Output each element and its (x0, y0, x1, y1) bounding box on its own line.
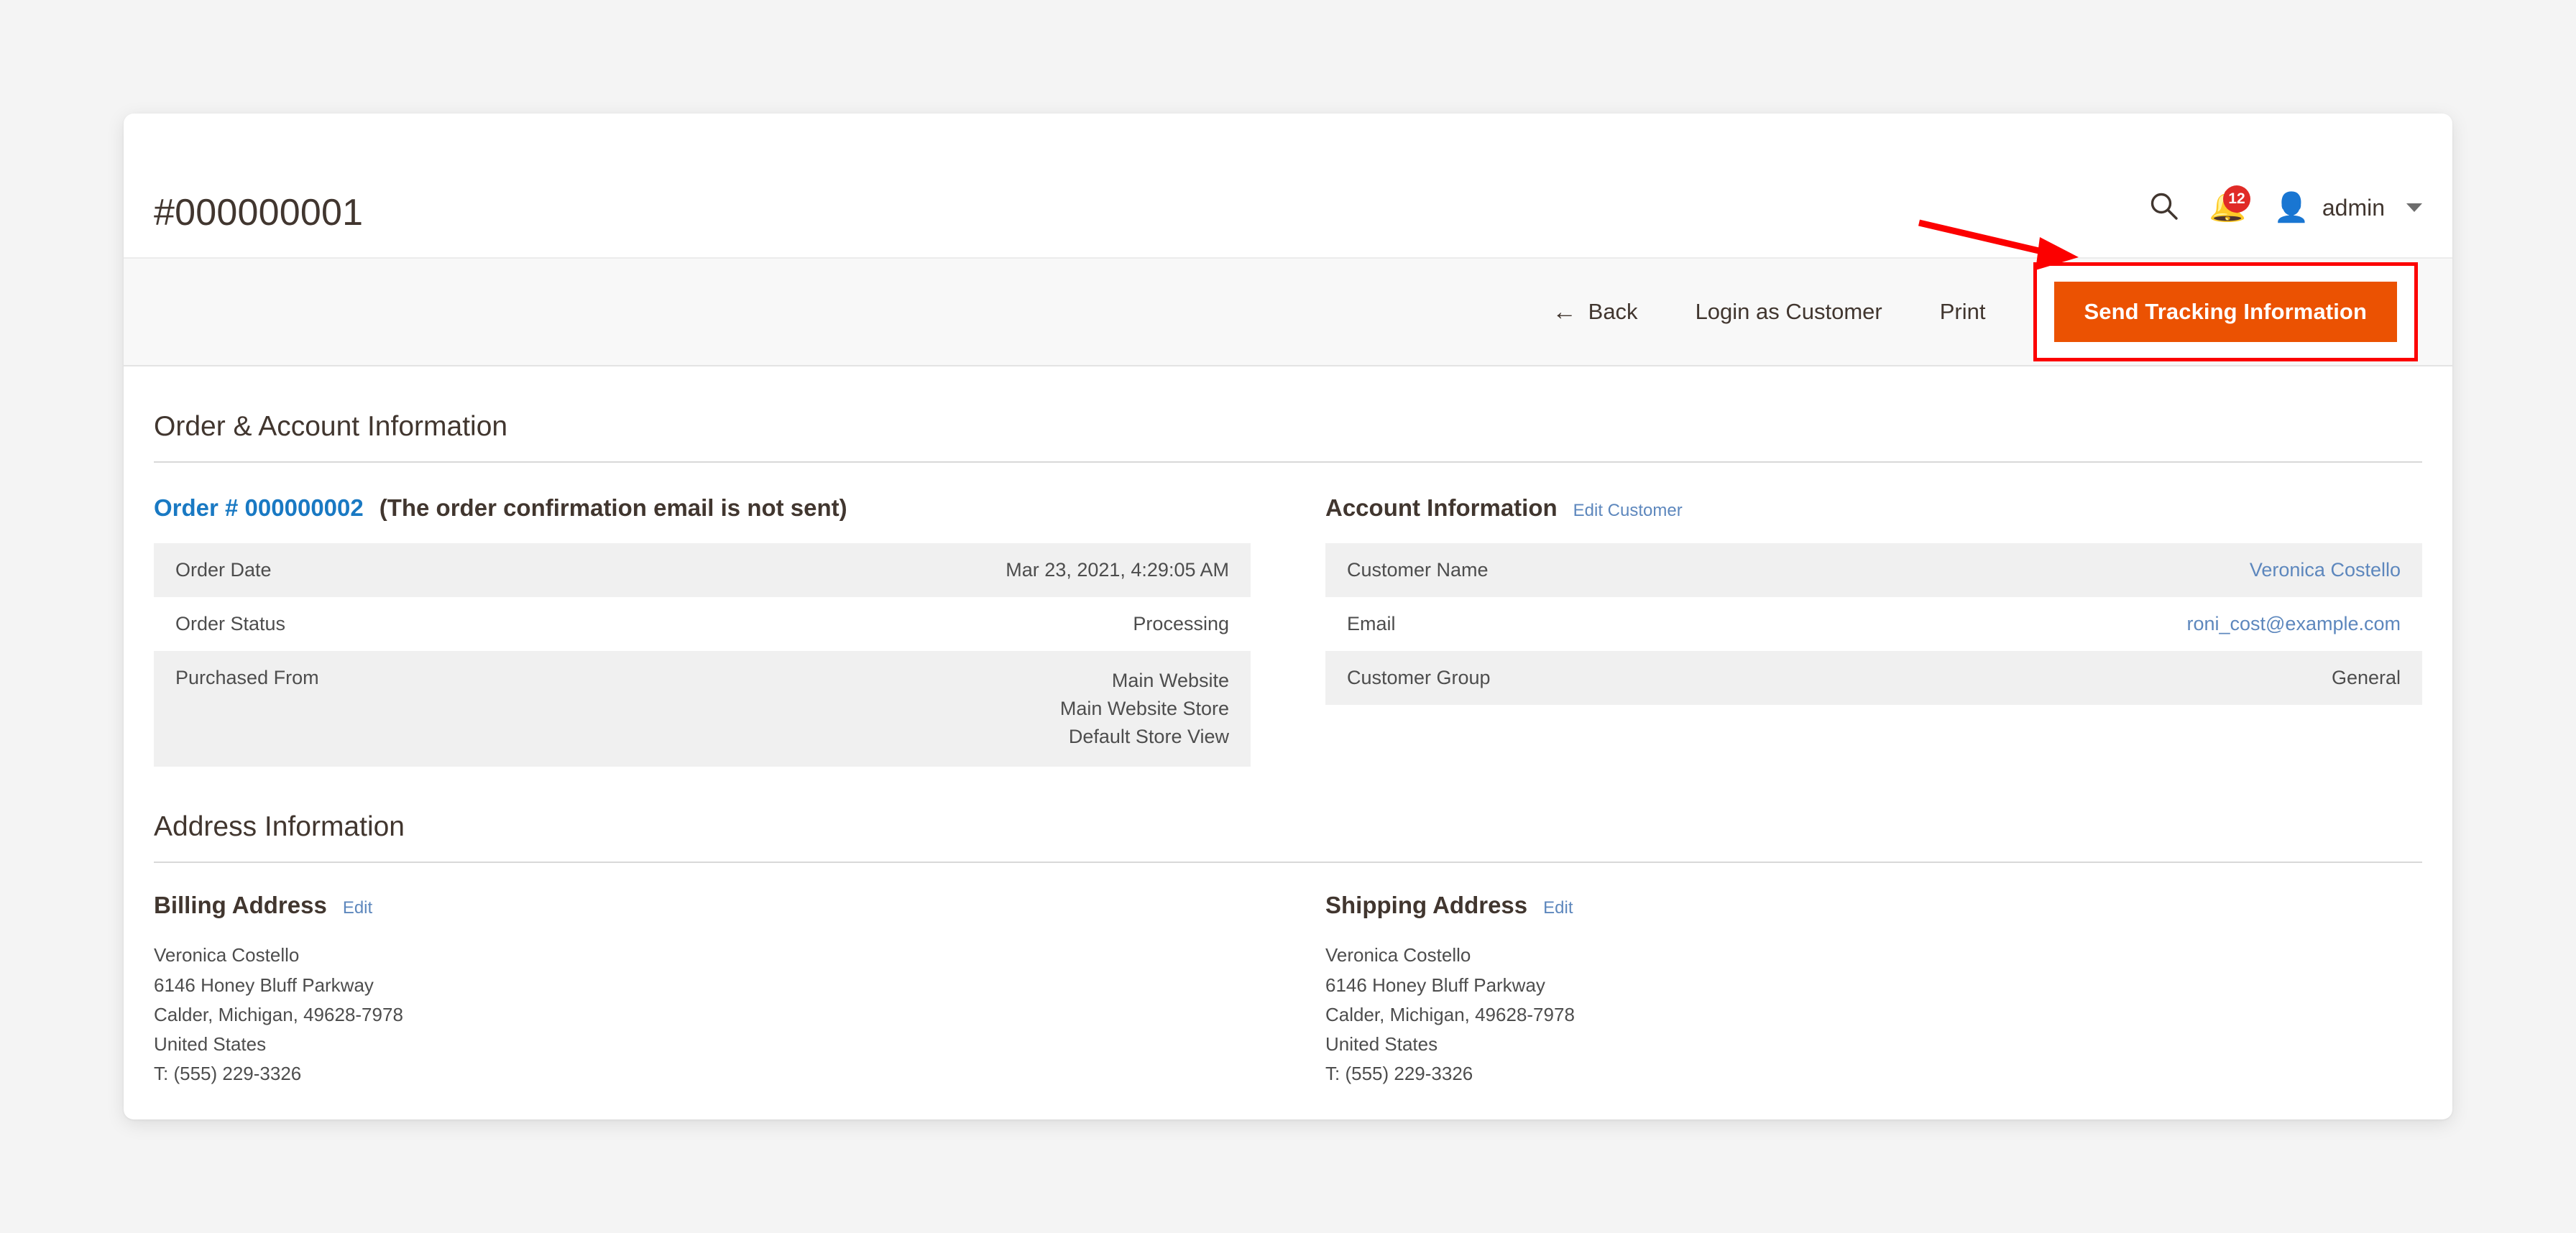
edit-customer-link[interactable]: Edit Customer (1573, 501, 1683, 521)
address-line: T: (555) 229-3326 (1325, 1062, 1473, 1084)
row-label: Order Date (175, 559, 272, 581)
row-value: Veronica Costello (1896, 543, 2422, 597)
address-line: Veronica Costello (1325, 944, 1471, 966)
arrow-left-icon: ← (1552, 298, 1577, 325)
shipping-address-block: Shipping Address Edit Veronica Costello … (1325, 892, 2422, 1088)
table-row: Customer Group General (1325, 651, 2422, 705)
address-line: United States (154, 1033, 267, 1055)
edit-shipping-address-link[interactable]: Edit (1543, 898, 1573, 918)
purchased-from-line: Main Website Store (1059, 698, 1229, 720)
table-row: Customer Name Veronica Costello (1325, 543, 2422, 597)
table-row: Purchased From Main Website Main Website… (154, 651, 1251, 767)
account-information-table: Customer Name Veronica Costello Email ro… (1325, 543, 2422, 705)
billing-address-head: Billing Address Edit (154, 892, 1251, 941)
back-button-label: Back (1588, 299, 1638, 324)
send-tracking-information-label: Send Tracking Information (2084, 299, 2367, 324)
edit-billing-address-link[interactable]: Edit (343, 898, 372, 918)
send-tracking-information-button[interactable]: Send Tracking Information (2053, 282, 2397, 342)
row-label: Customer Group (1347, 667, 1491, 688)
row-value: Processing (1133, 613, 1229, 634)
notification-count-badge: 12 (2223, 185, 2251, 213)
send-tracking-highlight-box: Send Tracking Information (2033, 262, 2418, 361)
purchased-from-line: Main Website (1111, 670, 1229, 691)
order-email-note: (The order confirmation email is not sen… (379, 494, 847, 521)
account-information-head: Account Information Edit Customer (1325, 494, 2422, 543)
address-section: Address Information Billing Address Edit… (154, 767, 2422, 1088)
row-label: Email (1347, 613, 1396, 634)
shipping-address-head: Shipping Address Edit (1325, 892, 2422, 941)
purchased-from-line: Default Store View (1068, 726, 1229, 748)
row-value: roni_cost@example.com (1896, 597, 2422, 651)
user-icon: 👤 (2273, 192, 2309, 223)
chevron-down-icon (2406, 203, 2422, 212)
row-label: Order Status (175, 613, 286, 634)
row-label: Customer Name (1347, 559, 1489, 581)
address-line: T: (555) 229-3326 (154, 1062, 302, 1084)
shipping-address-title: Shipping Address (1325, 892, 1528, 919)
order-information-block: Order # 000000002 (The order confirmatio… (154, 494, 1251, 767)
row-label: Purchased From (175, 667, 319, 688)
address-line: 6146 Honey Bluff Parkway (1325, 974, 1545, 996)
order-account-section-title: Order & Account Information (154, 366, 2422, 463)
header-tools: 🔔 12 👤 admin (2148, 185, 2422, 227)
print-button[interactable]: Print (1911, 299, 2015, 325)
back-button[interactable]: ← Back (1524, 299, 1667, 325)
login-as-customer-label: Login as Customer (1695, 299, 1882, 324)
address-line: Calder, Michigan, 49628-7978 (154, 1003, 403, 1025)
order-information-table: Order Date Mar 23, 2021, 4:29:05 AM Orde… (154, 543, 1251, 767)
row-value: General (2331, 667, 2401, 688)
card-body: Order & Account Information Order # 0000… (124, 366, 2452, 1089)
admin-user-name: admin (2322, 194, 2385, 221)
page-title: #000000001 (154, 192, 364, 234)
row-value: Main Website Main Website Store Default … (724, 651, 1251, 767)
admin-page: #000000001 🔔 12 👤 admin (0, 0, 2576, 1233)
address-line: Veronica Costello (154, 944, 300, 966)
shipping-address-lines: Veronica Costello 6146 Honey Bluff Parkw… (1325, 941, 2422, 1088)
address-line: 6146 Honey Bluff Parkway (154, 974, 374, 996)
account-information-block: Account Information Edit Customer Custom… (1325, 494, 2422, 767)
admin-user-menu[interactable]: 👤 admin (2273, 193, 2422, 222)
address-columns: Billing Address Edit Veronica Costello 6… (154, 863, 2422, 1088)
print-button-label: Print (1939, 299, 1986, 324)
billing-address-block: Billing Address Edit Veronica Costello 6… (154, 892, 1251, 1088)
notifications-bell[interactable]: 🔔 12 (2209, 185, 2251, 227)
billing-address-lines: Veronica Costello 6146 Honey Bluff Parkw… (154, 941, 1251, 1088)
row-value: Mar 23, 2021, 4:29:05 AM (1006, 559, 1229, 581)
billing-address-title: Billing Address (154, 892, 327, 919)
order-view-card: #000000001 🔔 12 👤 admin (124, 114, 2452, 1119)
order-number-link[interactable]: Order # 000000002 (154, 494, 364, 522)
account-information-title: Account Information (1325, 494, 1558, 521)
address-section-title: Address Information (154, 767, 2422, 864)
search-icon[interactable] (2148, 190, 2180, 226)
address-line: Calder, Michigan, 49628-7978 (1325, 1003, 1575, 1025)
table-row: Order Status Processing (154, 597, 1251, 651)
customer-name-link[interactable]: Veronica Costello (2250, 559, 2401, 581)
table-row: Order Date Mar 23, 2021, 4:29:05 AM (154, 543, 1251, 597)
address-line: United States (1325, 1033, 1438, 1055)
order-account-columns: Order # 000000002 (The order confirmatio… (154, 463, 2422, 767)
page-actions-toolbar: ← Back Login as Customer Print Send Trac… (124, 257, 2452, 366)
customer-email-link[interactable]: roni_cost@example.com (2186, 613, 2401, 634)
login-as-customer-button[interactable]: Login as Customer (1667, 299, 1911, 325)
page-header: #000000001 🔔 12 👤 admin (124, 114, 2452, 257)
table-row: Email roni_cost@example.com (1325, 597, 2422, 651)
order-information-head: Order # 000000002 (The order confirmatio… (154, 494, 1251, 543)
